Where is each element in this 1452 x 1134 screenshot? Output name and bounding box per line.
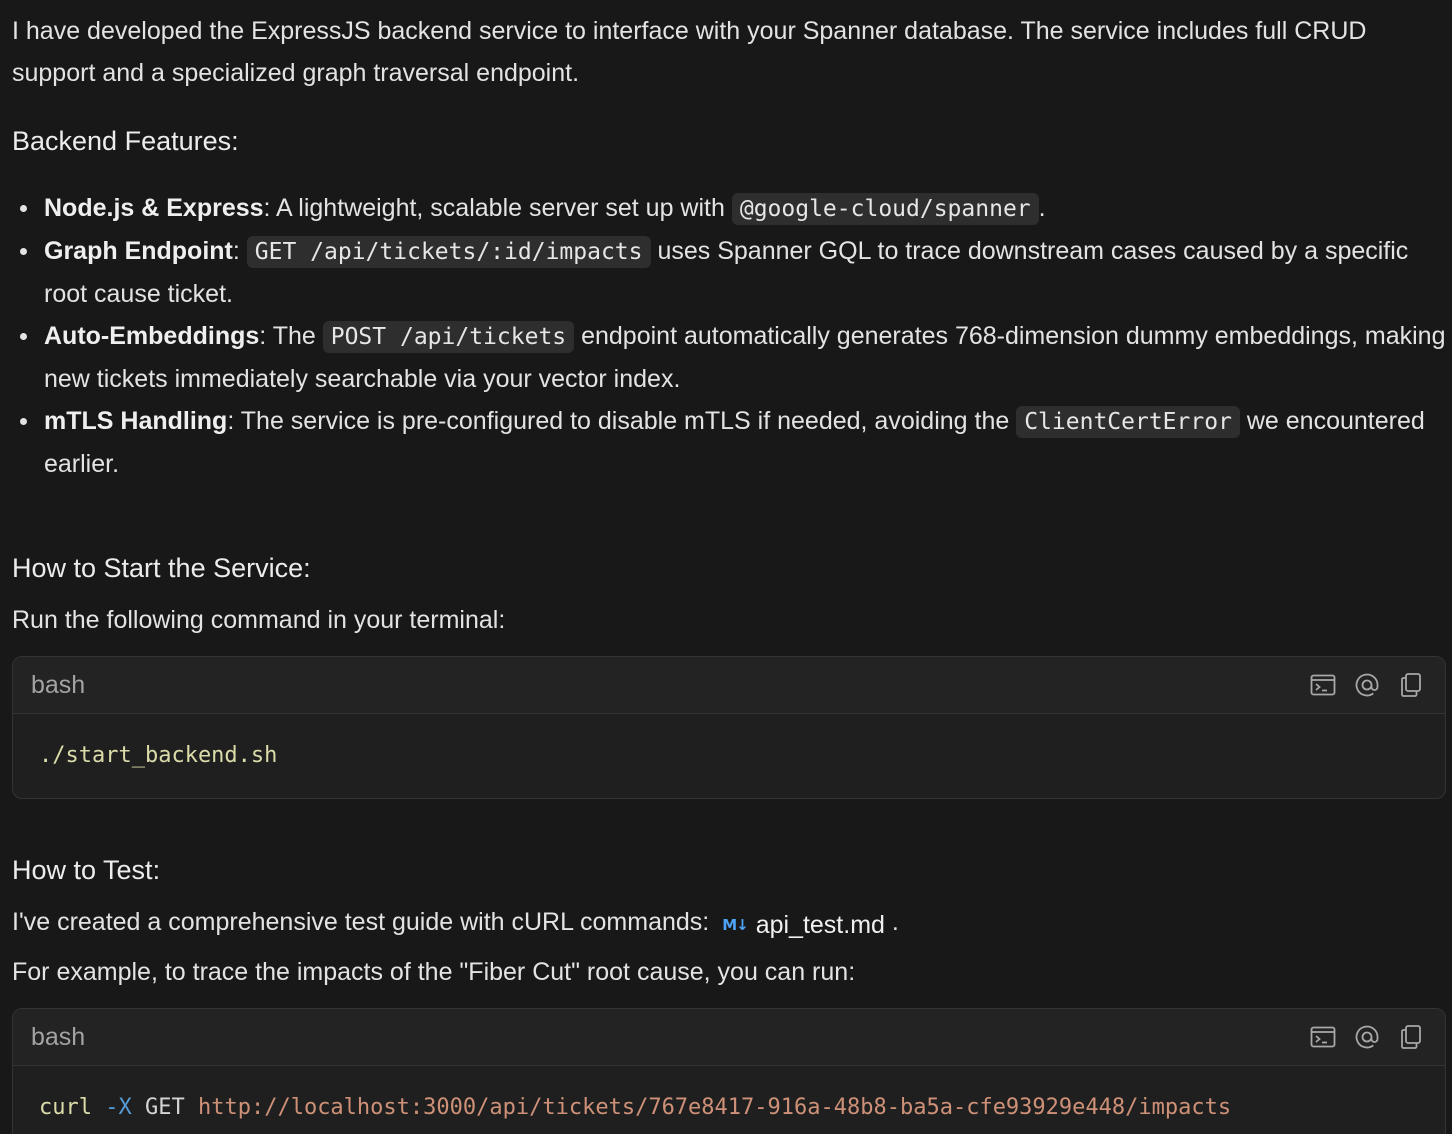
code-token-url: http://localhost:3000/api/tickets/767e84… [197,1095,1232,1120]
code-language-label: bash [31,671,86,699]
copy-icon[interactable] [1397,1023,1425,1051]
code-block-actions [1309,671,1425,699]
feature-text: : The [259,322,323,350]
code-block-test: bash curl -X GET http://localhost:3000/a… [12,1008,1446,1134]
code-block-body[interactable]: ./start_backend.sh [13,714,1445,798]
test-text: I've created a comprehensive test guide … [12,901,1446,946]
at-sign-icon[interactable] [1353,671,1381,699]
terminal-icon[interactable] [1309,671,1337,699]
inline-code: @google-cloud/spanner [731,193,1039,225]
code-block-body[interactable]: curl -X GET http://localhost:3000/api/ti… [13,1066,1445,1134]
code-block-header: bash [13,657,1445,714]
code-token-flag: -X [105,1095,132,1120]
feature-text: . [1038,194,1046,222]
at-sign-icon[interactable] [1353,1023,1381,1051]
inline-code: POST /api/tickets [322,321,575,353]
feature-text: : [232,237,247,265]
inline-code: GET /api/tickets/:id/impacts [246,236,651,268]
features-heading: Backend Features: [12,126,239,156]
test-text-after: . [884,908,899,936]
code-command: ./start_backend.sh [39,743,278,768]
start-heading: How to Start the Service: [12,553,311,583]
start-text: Run the following command in your termin… [12,606,506,634]
intro-paragraph: I have developed the ExpressJS backend s… [12,17,1367,87]
terminal-icon[interactable] [1309,1023,1337,1051]
feature-item: mTLS Handling: The service is pre-config… [20,400,1446,485]
features-list: Node.js & Express: A lightweight, scalab… [12,187,1446,485]
feature-title: Auto-Embeddings [44,322,260,350]
feature-title: Graph Endpoint [44,237,233,265]
feature-item: Auto-Embeddings: The POST /api/tickets e… [20,315,1446,400]
feature-title: mTLS Handling [44,407,228,435]
file-link-api-test[interactable]: M↓ api_test.md [716,904,885,946]
copy-icon[interactable] [1397,671,1425,699]
feature-text: : A lightweight, scalable server set up … [263,194,732,222]
markdown-file-icon: M↓ [722,916,748,934]
test-text-before: I've created a comprehensive test guide … [12,908,710,936]
code-language-label: bash [31,1023,86,1051]
code-block-start: bash ./start_backend.sh [12,656,1446,799]
code-block-actions [1309,1023,1425,1051]
feature-title: Node.js & Express [44,194,264,222]
feature-item: Graph Endpoint: GET /api/tickets/:id/imp… [20,230,1446,315]
file-link-label: api_test.md [755,911,885,939]
test-heading: How to Test: [12,855,161,885]
chat-response: I have developed the ExpressJS backend s… [0,0,1452,1134]
feature-text: : The service is pre-configured to disab… [227,407,1017,435]
feature-item: Node.js & Express: A lightweight, scalab… [20,187,1446,230]
code-token-method: GET [144,1095,185,1120]
inline-code: ClientCertError [1016,406,1240,438]
code-token-cmd: curl [39,1095,92,1120]
code-block-header: bash [13,1009,1445,1066]
example-text: For example, to trace the impacts of the… [12,958,856,986]
